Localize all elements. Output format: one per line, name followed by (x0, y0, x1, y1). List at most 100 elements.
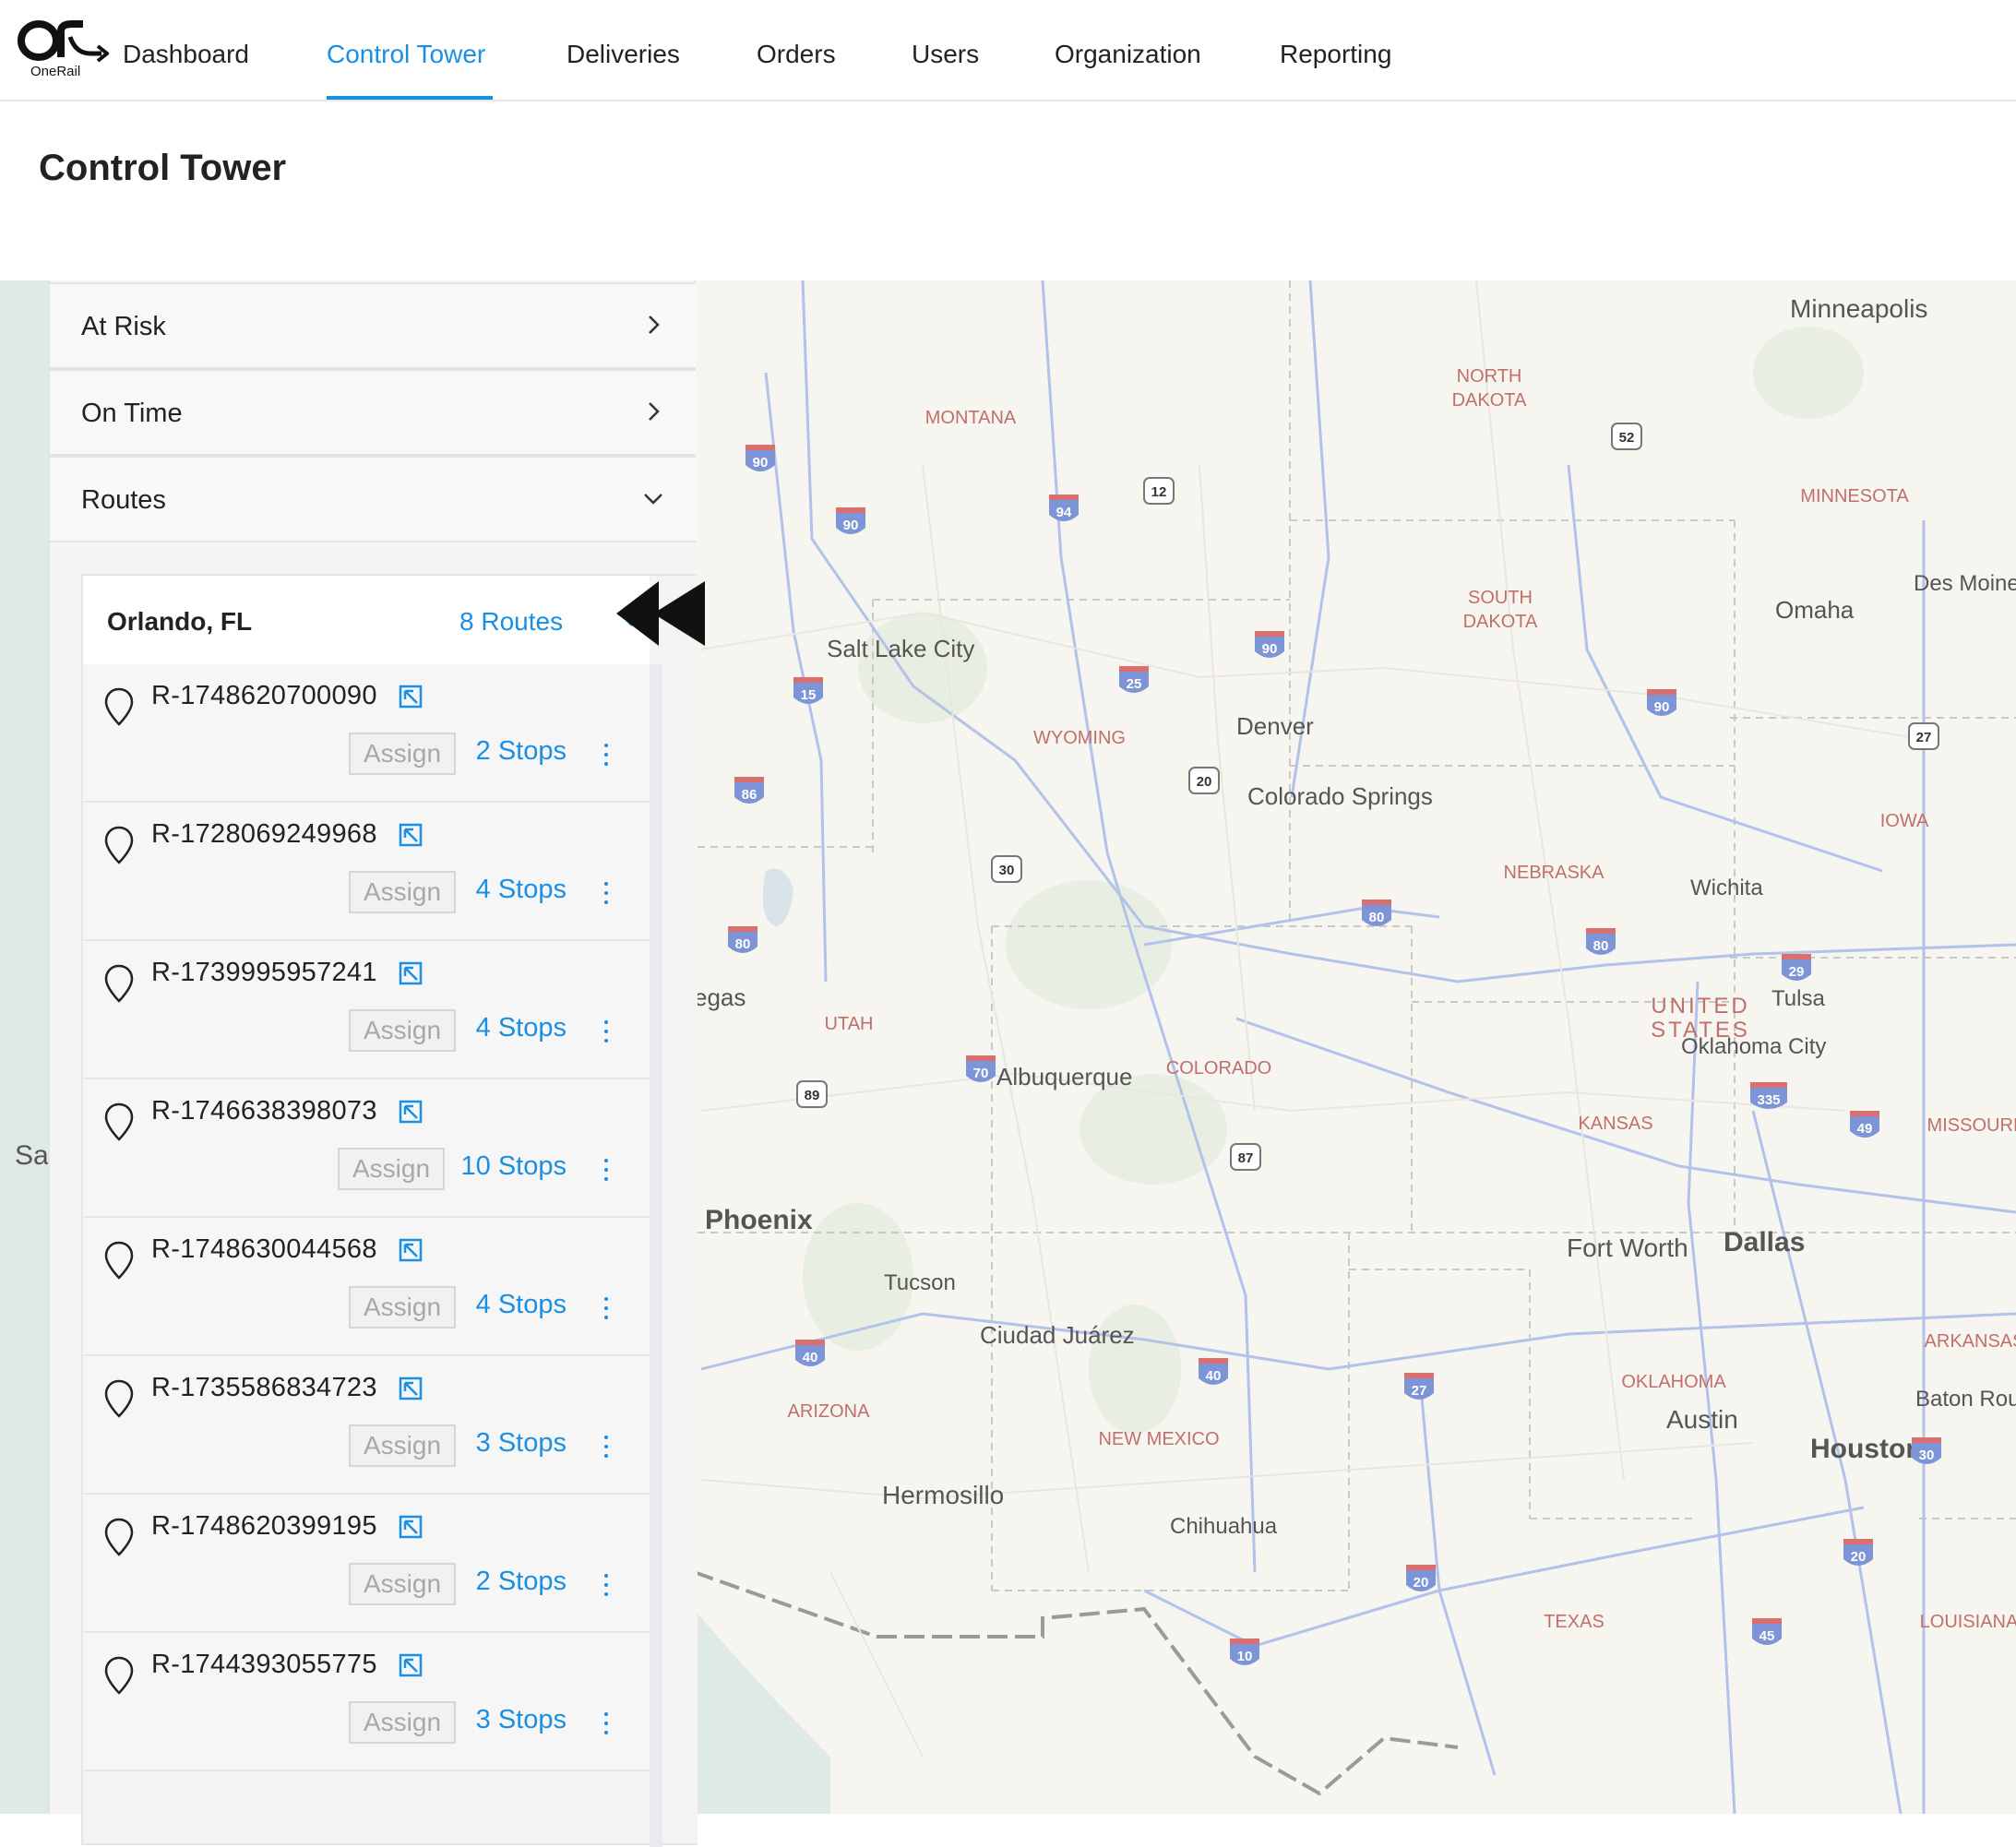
onerail-logo-icon[interactable] (17, 17, 109, 90)
state-label: MISSOURI (1927, 1115, 2016, 1136)
open-external-icon[interactable] (397, 959, 424, 987)
stops-link[interactable]: 2 Stops (476, 1567, 567, 1597)
stops-link[interactable]: 4 Stops (476, 1013, 567, 1043)
interstate-shield-icon: 90 (1255, 631, 1284, 658)
nav-organization[interactable]: Organization (1055, 40, 1201, 69)
stops-link[interactable]: 3 Stops (476, 1705, 567, 1735)
svg-text:90: 90 (843, 518, 859, 533)
open-external-icon[interactable] (397, 683, 424, 710)
state-label: WYOMING (1033, 728, 1126, 748)
more-options-icon[interactable] (600, 744, 613, 781)
map-pin-icon (104, 1102, 134, 1141)
nav-control-tower[interactable]: Control Tower (327, 40, 485, 69)
route-row[interactable]: R-1746638398073 Assign 10 Stops (83, 1079, 650, 1218)
city-label: egas (694, 983, 746, 1011)
svg-text:40: 40 (1206, 1368, 1222, 1384)
us-route-shield-icon: 87 (1230, 1143, 1261, 1171)
state-label: LOUISIANA (1920, 1612, 2016, 1632)
route-list-scrollbar[interactable] (650, 664, 662, 1847)
route-row[interactable]: R-1744393055775 Assign 3 Stops (83, 1633, 650, 1771)
route-group-city: Orlando, FL (107, 607, 253, 636)
more-options-icon[interactable] (600, 882, 613, 919)
stops-link[interactable]: 4 Stops (476, 875, 567, 905)
us-route-shield-icon: 20 (1188, 767, 1220, 794)
assign-button[interactable]: Assign (349, 1286, 457, 1329)
city-label: Baton Rou (1915, 1387, 2016, 1412)
interstate-shield-icon: 20 (1406, 1565, 1436, 1591)
svg-text:90: 90 (1262, 641, 1278, 657)
stops-link[interactable]: 2 Stops (476, 736, 567, 767)
route-row[interactable]: R-1748620399195 Assign 2 Stops (83, 1495, 650, 1633)
collapse-panel-icon[interactable] (616, 581, 709, 646)
open-external-icon[interactable] (397, 1098, 424, 1126)
more-options-icon[interactable] (600, 1436, 613, 1472)
nav-deliveries[interactable]: Deliveries (567, 40, 680, 69)
city-label: Ciudad Juárez (980, 1321, 1135, 1349)
route-group-count-toggle[interactable]: 8 Routes (459, 607, 563, 637)
more-options-icon[interactable] (600, 1020, 613, 1057)
accordion-on-time[interactable]: On Time (50, 369, 696, 456)
interstate-shield-icon: 90 (836, 507, 865, 534)
svg-text:335: 335 (1757, 1092, 1780, 1108)
more-options-icon[interactable] (600, 1712, 613, 1749)
assign-button[interactable]: Assign (349, 1009, 457, 1052)
state-label: NEW MEXICO (1098, 1429, 1219, 1449)
state-label: TEXAS (1544, 1612, 1604, 1632)
state-label: ARKANSAS (1925, 1331, 2016, 1352)
city-label: Hermosillo (882, 1481, 1004, 1509)
map-pin-icon (104, 1241, 134, 1280)
route-row[interactable]: R-1739995957241 Assign 4 Stops (83, 941, 650, 1079)
stops-link[interactable]: 10 Stops (461, 1151, 567, 1182)
assign-button[interactable]: Assign (349, 1424, 457, 1467)
route-row[interactable]: R-1748630044568 Assign 4 Stops (83, 1218, 650, 1356)
assign-button[interactable]: Assign (338, 1148, 446, 1190)
assign-button[interactable]: Assign (349, 1563, 457, 1605)
svg-text:27: 27 (1916, 730, 1932, 745)
open-external-icon[interactable] (397, 1236, 424, 1264)
accordion-routes-label: Routes (81, 485, 166, 515)
interstate-shield-icon: 49 (1850, 1111, 1879, 1138)
assign-button[interactable]: Assign (349, 871, 457, 913)
svg-text:25: 25 (1127, 676, 1142, 692)
stops-link[interactable]: 3 Stops (476, 1428, 567, 1459)
city-label: Salt Lake City (827, 635, 974, 662)
route-row[interactable]: R-1735586834723 Assign 3 Stops (83, 1356, 650, 1495)
interstate-shield-icon: 10 (1230, 1638, 1259, 1665)
map-pin-icon (104, 964, 134, 1003)
svg-text:52: 52 (1619, 430, 1635, 446)
open-external-icon[interactable] (397, 1375, 424, 1402)
accordion-routes[interactable]: Routes (50, 456, 696, 542)
assign-button[interactable]: Assign (349, 1701, 457, 1744)
state-label: MINNESOTA (1800, 486, 1909, 506)
nav-dashboard[interactable]: Dashboard (123, 40, 249, 69)
nav-orders[interactable]: Orders (757, 40, 836, 69)
more-options-icon[interactable] (600, 1159, 613, 1196)
stops-link[interactable]: 4 Stops (476, 1290, 567, 1320)
open-external-icon[interactable] (397, 821, 424, 849)
route-row[interactable]: R-1748620700090 Assign 2 Stops (83, 664, 650, 803)
city-label: Sa (15, 1140, 49, 1171)
accordion-at-risk[interactable]: At Risk (50, 282, 696, 369)
nav-reporting[interactable]: Reporting (1280, 40, 1391, 69)
interstate-shield-icon: 335 (1750, 1082, 1787, 1109)
interstate-shield-icon: 27 (1404, 1373, 1434, 1400)
interstate-shield-icon: 40 (1199, 1358, 1228, 1385)
svg-text:70: 70 (973, 1066, 989, 1081)
city-label: Oklahoma City (1681, 1034, 1826, 1059)
route-id: R-1746638398073 (151, 1096, 377, 1126)
routes-panel-body: Orlando, FL 8 Routes R-1748620700090 Assi… (50, 542, 698, 1847)
city-label: Tulsa (1771, 986, 1825, 1011)
open-external-icon[interactable] (397, 1651, 424, 1679)
more-options-icon[interactable] (600, 1574, 613, 1611)
assign-button[interactable]: Assign (349, 733, 457, 775)
svg-text:80: 80 (1369, 910, 1385, 925)
route-row[interactable]: R-1728069249968 Assign 4 Stops (83, 803, 650, 941)
chevron-right-icon (649, 402, 660, 421)
us-route-shield-icon: 52 (1611, 423, 1642, 450)
nav-users[interactable]: Users (912, 40, 979, 69)
route-id: R-1748630044568 (151, 1234, 377, 1264)
more-options-icon[interactable] (600, 1297, 613, 1334)
state-label: NEBRASKA (1504, 863, 1605, 883)
open-external-icon[interactable] (397, 1513, 424, 1541)
interstate-shield-icon: 90 (1647, 689, 1676, 716)
